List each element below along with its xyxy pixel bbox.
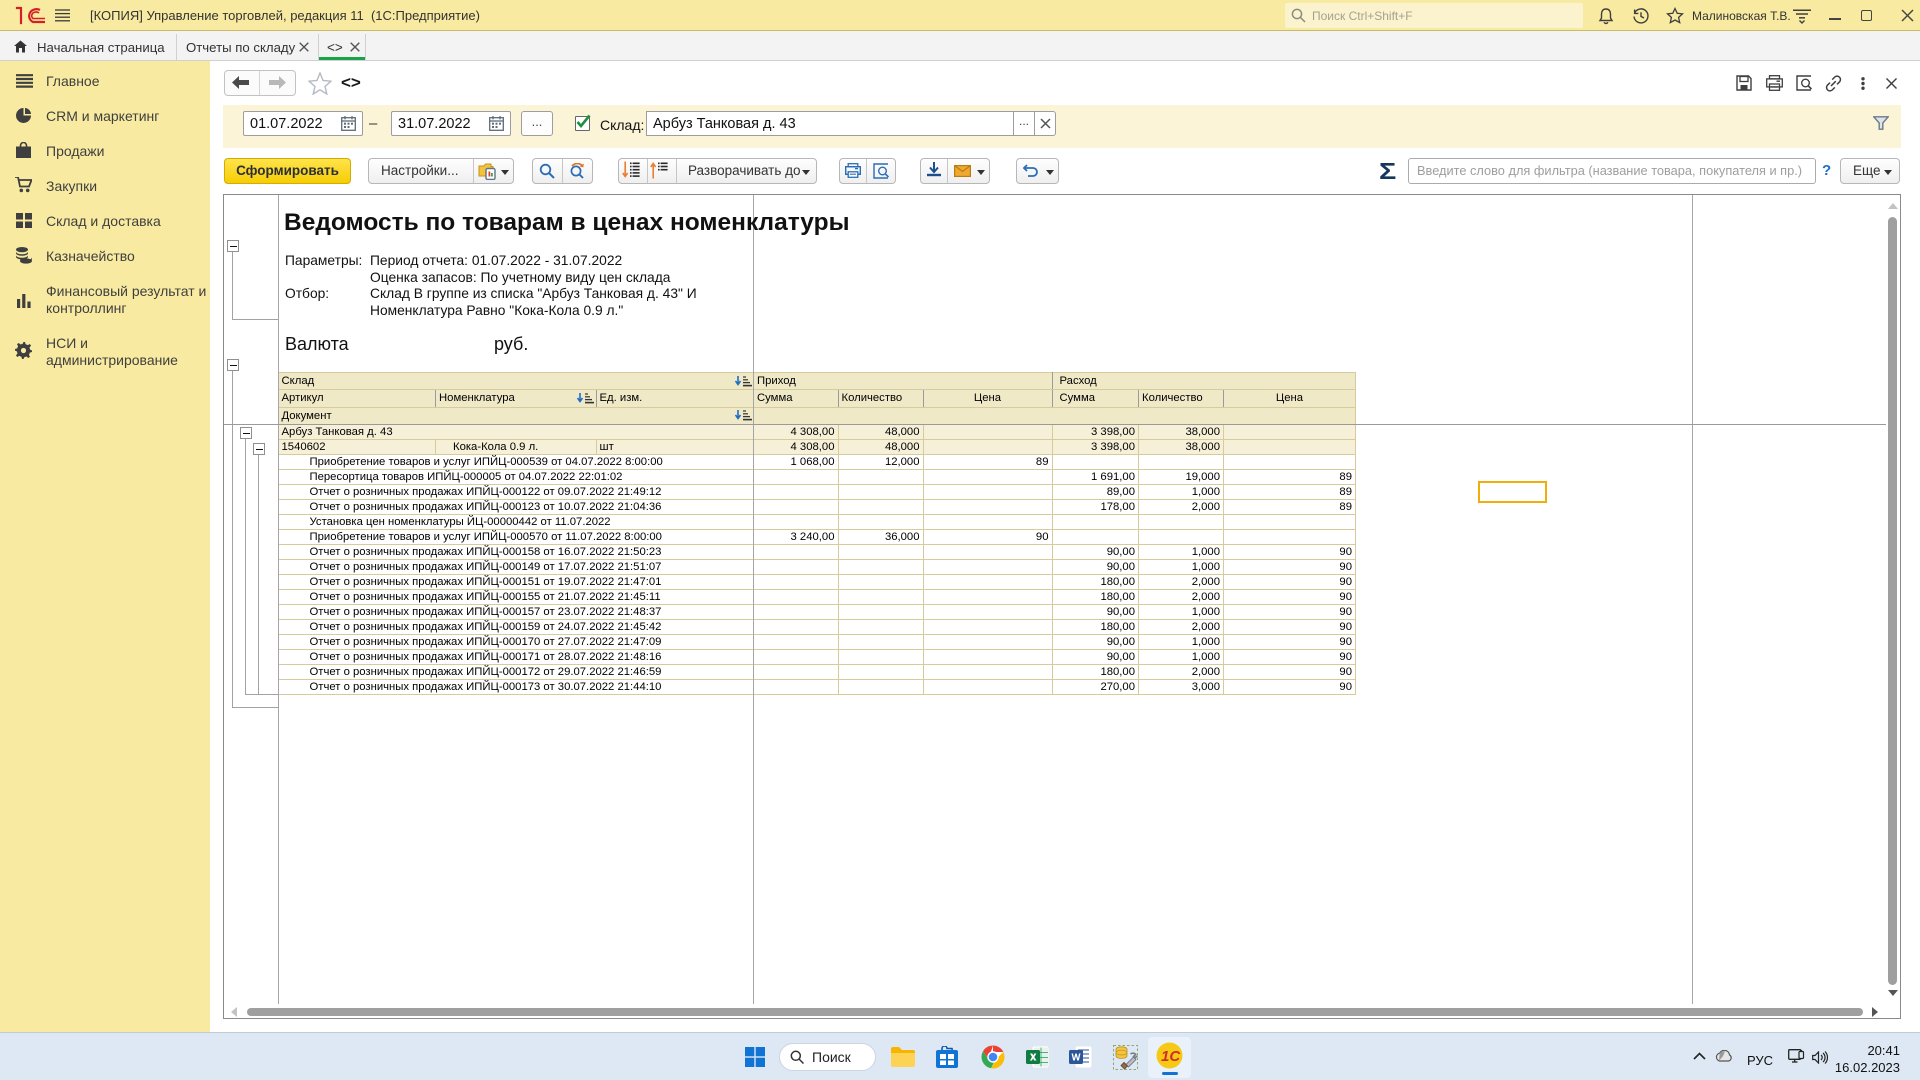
svg-text:1С: 1С <box>1161 1048 1181 1065</box>
